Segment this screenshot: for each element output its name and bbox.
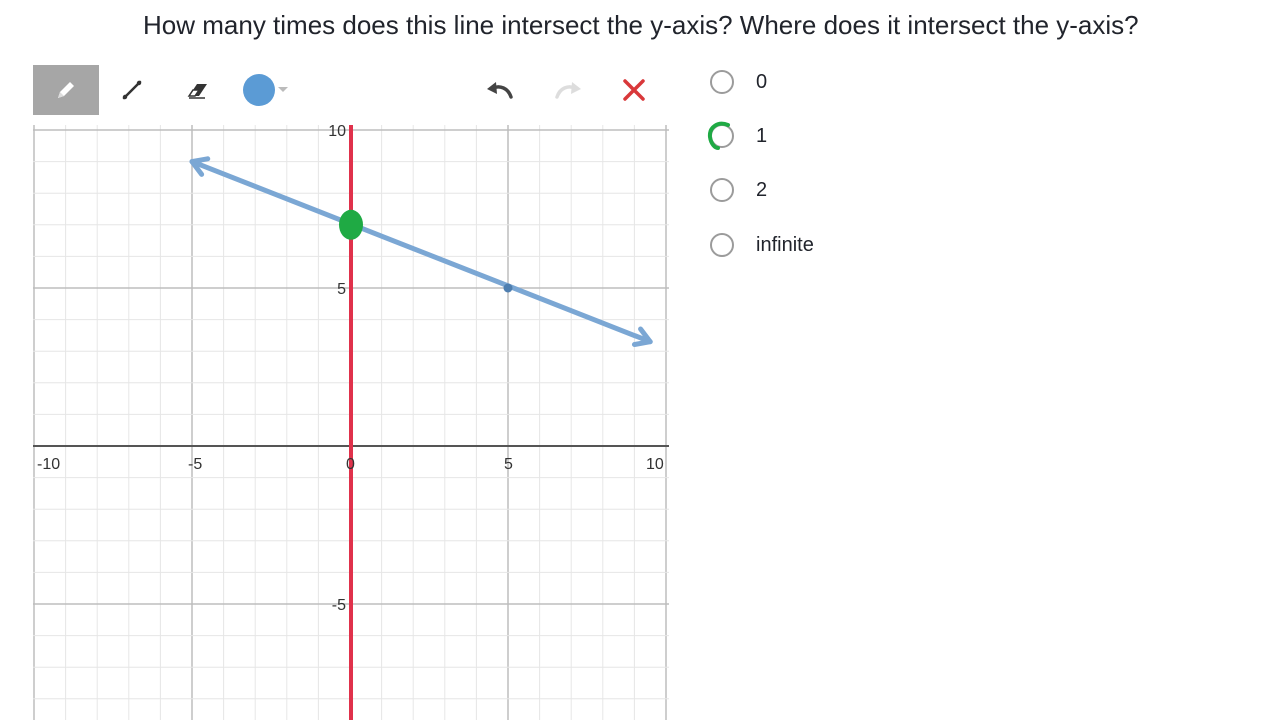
undo-icon — [487, 82, 513, 99]
question-text: How many times does this line intersect … — [143, 10, 1139, 40]
drawing-toolbar — [33, 65, 663, 115]
option-infinite-radio[interactable] — [710, 233, 734, 257]
chevron-down-icon — [278, 87, 288, 92]
page: How many times does this line intersect … — [0, 0, 1280, 720]
y-tick-label: -5 — [332, 597, 346, 614]
line-icon — [122, 80, 142, 100]
option-0-radio[interactable] — [710, 70, 734, 94]
pencil-icon — [58, 82, 74, 98]
option-1[interactable]: 1 — [707, 116, 1010, 156]
x-tick-label: 10 — [646, 456, 664, 473]
eraser-tool-button[interactable] — [165, 65, 231, 115]
eraser-icon — [187, 84, 207, 99]
y-intercept-highlight — [339, 209, 363, 240]
color-dot-icon — [243, 74, 275, 106]
x-tick-label: 5 — [504, 456, 513, 473]
x-tick-label: -10 — [37, 456, 60, 473]
clear-button[interactable] — [605, 65, 663, 115]
line-tool-button[interactable] — [99, 65, 165, 115]
x-tick-label: -5 — [188, 456, 202, 473]
x-tick-label: 0 — [346, 456, 355, 473]
coordinate-graph[interactable]: -10 -5 0 5 10 10 5 -5 — [33, 125, 669, 720]
option-2-radio[interactable] — [710, 178, 734, 202]
pencil-tool-button[interactable] — [33, 65, 99, 115]
option-2-label: 2 — [756, 178, 768, 201]
redo-button[interactable] — [539, 65, 599, 115]
option-1-label: 1 — [756, 124, 768, 147]
option-2[interactable]: 2 — [710, 170, 1010, 210]
y-tick-label: 10 — [328, 125, 346, 140]
close-icon — [623, 79, 645, 101]
line-point — [503, 283, 513, 293]
option-0-label: 0 — [756, 70, 768, 93]
option-0[interactable]: 0 — [710, 62, 1010, 102]
redo-icon — [555, 82, 581, 99]
plotted-line — [189, 159, 653, 345]
option-infinite-label: infinite — [756, 233, 814, 256]
undo-button[interactable] — [469, 65, 529, 115]
option-infinite[interactable]: infinite — [710, 225, 1010, 265]
y-tick-label: 5 — [337, 281, 346, 298]
color-picker-button[interactable] — [231, 65, 301, 115]
option-1-radio[interactable] — [710, 124, 734, 148]
